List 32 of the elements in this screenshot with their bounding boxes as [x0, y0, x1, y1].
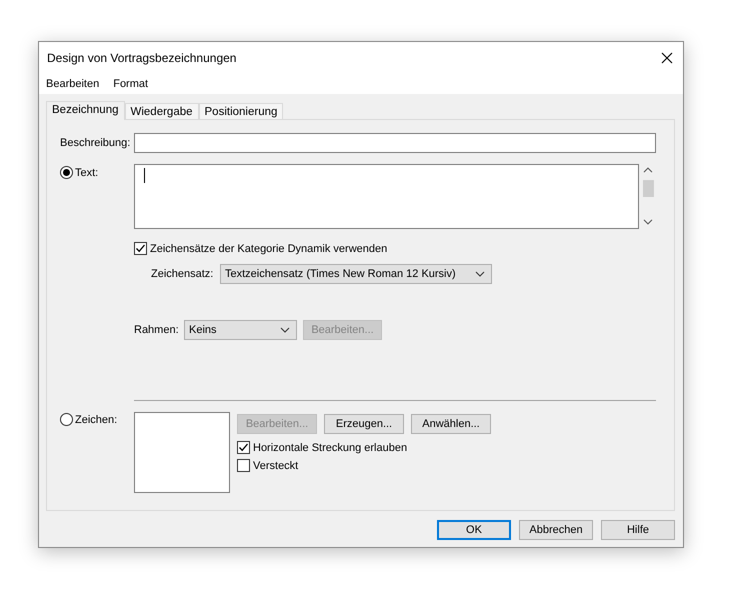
- field-label: Beschreibung:: [60, 137, 132, 149]
- chevron-down-icon: [280, 327, 290, 333]
- text-cursor: [144, 168, 145, 183]
- dialog-button[interactable]: OK: [437, 520, 511, 540]
- tab[interactable]: Wiedergabe: [124, 103, 199, 119]
- radio-button[interactable]: [60, 166, 73, 179]
- field-label: Rahmen:: [134, 324, 180, 336]
- radio-button[interactable]: [60, 413, 73, 426]
- tab[interactable]: Bezeichnung: [46, 101, 124, 120]
- menu-item[interactable]: Bearbeiten: [46, 78, 100, 90]
- checkbox-label: Zeichensätze der Kategorie Dynamik verwenden: [150, 242, 388, 254]
- checkbox-label: Horizontale Streckung erlauben: [253, 442, 408, 454]
- menu-item[interactable]: Format: [113, 78, 148, 90]
- action-button[interactable]: Anwählen...: [411, 414, 491, 434]
- checkbox[interactable]: [237, 441, 250, 454]
- checkbox-label: Versteckt: [253, 460, 298, 472]
- description-field[interactable]: [134, 133, 656, 153]
- action-button[interactable]: Erzeugen...: [324, 414, 404, 434]
- checkbox[interactable]: [237, 459, 250, 472]
- tab[interactable]: Positionierung: [198, 103, 284, 119]
- frame-dropdown[interactable]: Keins: [184, 320, 297, 340]
- dialog-button[interactable]: Abbrechen: [519, 520, 593, 540]
- chevron-down-icon: [475, 271, 485, 277]
- window-title: Design von Vortragsbezeichnungen: [47, 50, 236, 64]
- text-area[interactable]: [134, 164, 640, 229]
- radio-label: Text:: [75, 166, 98, 178]
- checkbox[interactable]: [134, 242, 147, 255]
- close-icon[interactable]: [661, 52, 673, 64]
- dialog-button[interactable]: Hilfe: [601, 520, 675, 540]
- font-dropdown[interactable]: Textzeichensatz (Times New Roman 12 Kursiv): [220, 264, 492, 284]
- radio-label: Zeichen:: [75, 414, 118, 426]
- field-label: Zeichensatz:: [151, 268, 214, 280]
